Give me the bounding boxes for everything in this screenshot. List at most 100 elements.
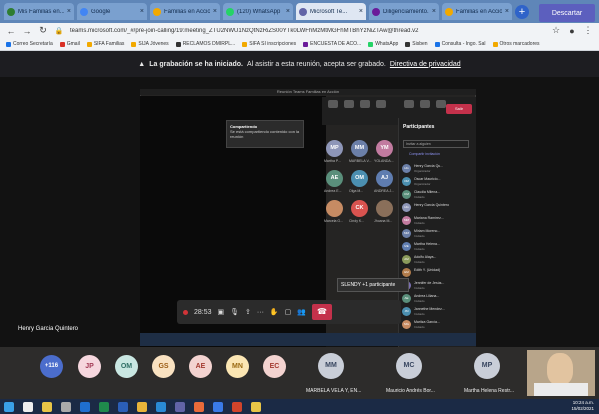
participant-avatar[interactable]: MM <box>351 140 368 157</box>
participant-row[interactable]: MM Miriam Moreno... Invitado <box>402 227 472 240</box>
strip-avatar[interactable]: MN <box>226 355 249 378</box>
browser-tab[interactable]: Familias en Acción × <box>150 3 220 20</box>
close-tab-icon[interactable]: × <box>359 8 363 15</box>
raise-hand-icon[interactable] <box>360 100 370 108</box>
participant-row[interactable]: ME Martha Helena... Invitado <box>402 240 472 253</box>
mic-icon[interactable] <box>420 100 430 108</box>
participants-icon[interactable] <box>328 100 338 108</box>
participant-row[interactable]: EM Edith Y. (Unidad) <box>402 266 472 279</box>
strip-avatar[interactable]: EC <box>263 355 286 378</box>
bookmark-item[interactable]: Gmail <box>59 41 80 47</box>
dismiss-button[interactable]: Descartar <box>539 4 595 22</box>
strip-avatar[interactable]: OM <box>115 355 138 378</box>
bookmark-item[interactable]: Otros marcadores <box>492 41 540 47</box>
share-tray-icon[interactable]: ⇪ <box>245 308 251 316</box>
bookmark-item[interactable]: WhatsApp <box>368 41 398 47</box>
browser-tab[interactable]: (120) WhatsApp × <box>223 3 293 20</box>
browser-tab[interactable]: Mis Familias en... × <box>4 3 74 20</box>
privacy-link[interactable]: Directiva de privacidad <box>390 61 461 68</box>
close-tab-icon[interactable]: × <box>67 8 71 15</box>
task-view-icon[interactable] <box>61 401 71 412</box>
bookmark-item[interactable]: SIFA SI inscripciones <box>242 41 296 47</box>
browser-tab[interactable]: Diligenciamiento... × <box>369 3 439 20</box>
browser-tab[interactable]: Google × <box>77 3 147 20</box>
browser-tab[interactable]: Microsoft Te... × <box>296 3 366 20</box>
strip-avatar[interactable]: MM <box>318 353 344 379</box>
url-field[interactable]: teams.microsoft.com/_#/pre-join-calling/… <box>70 28 545 34</box>
teams-icon[interactable] <box>175 401 185 412</box>
word-icon[interactable] <box>118 401 128 412</box>
reactions-icon[interactable] <box>376 100 386 108</box>
close-tab-icon[interactable]: × <box>140 8 144 15</box>
menu-dots-icon[interactable]: ⋮ <box>583 25 593 36</box>
store-icon[interactable] <box>213 401 223 412</box>
new-tab-button[interactable]: + <box>515 4 529 19</box>
close-tab-icon[interactable]: × <box>432 8 436 15</box>
mic-toggle-icon[interactable]: 🎙 <box>230 308 239 316</box>
participant-avatar[interactable] <box>326 200 343 217</box>
participant-avatar[interactable]: OM <box>351 170 368 187</box>
chat-button-icon[interactable]: ▢ <box>285 308 292 316</box>
participant-avatar[interactable] <box>376 200 393 217</box>
bookmark-item[interactable]: Consulta - Ingo. Sal <box>434 41 486 47</box>
bookmark-item[interactable]: ENCUESTA DE ACO... <box>303 41 361 47</box>
participant-row[interactable]: MG Maritza García... Invitado <box>402 318 472 331</box>
share-invite-link[interactable]: Compartir invitación <box>409 152 440 156</box>
participant-row[interactable]: HG Henry Garcia Qu... Organizador <box>402 162 472 175</box>
leave-button[interactable]: Salir <box>446 104 472 114</box>
strip-avatar[interactable]: AE <box>189 355 212 378</box>
hang-up-button[interactable]: ☎ <box>311 304 332 320</box>
close-tab-icon[interactable]: × <box>286 8 290 15</box>
outlook-icon[interactable] <box>80 401 90 412</box>
participant-row[interactable]: AM Adolfo Alaya... Invitado <box>402 253 472 266</box>
forward-arrow-icon[interactable]: → <box>22 26 32 36</box>
strip-avatar[interactable]: GS <box>152 355 175 378</box>
participant-row[interactable]: CM Claudia Milena... Invitado <box>402 188 472 201</box>
camera-icon[interactable] <box>404 100 414 108</box>
strip-avatar[interactable]: MP <box>474 353 500 379</box>
invite-input[interactable]: Invitar a alguien <box>403 140 469 148</box>
camera-toggle-icon[interactable]: ▣ <box>218 308 225 316</box>
overflow-count[interactable]: +116 <box>40 355 63 378</box>
powerpoint-icon[interactable] <box>232 401 242 412</box>
participant-row[interactable]: MM Mariana Ramírez... Invitado <box>402 214 472 227</box>
participant-row[interactable]: OM Oscar Mauricio... Organizador <box>402 175 472 188</box>
bookmark-item[interactable]: SIJA Jóvenes <box>131 41 169 47</box>
bookmark-item[interactable]: SIFA Familias <box>86 41 124 47</box>
people-button-icon[interactable]: 👥 <box>297 308 306 316</box>
close-tab-icon[interactable]: × <box>505 8 509 15</box>
bookmark-item[interactable]: Sisben <box>405 41 428 47</box>
file-explorer-icon[interactable] <box>137 401 147 412</box>
paint-icon[interactable] <box>194 401 204 412</box>
windows-start-icon[interactable] <box>4 401 14 412</box>
search-icon[interactable] <box>23 401 33 412</box>
close-tab-icon[interactable]: × <box>213 8 217 15</box>
chrome-icon[interactable] <box>42 401 52 412</box>
folder-icon[interactable] <box>251 401 261 412</box>
participant-row[interactable]: JAJennifer de Jesús...Invitado <box>402 279 472 292</box>
back-arrow-icon[interactable]: ← <box>6 26 16 36</box>
bookmark-item[interactable]: RECLAMOS DMIRPL... <box>175 41 235 47</box>
participant-row[interactable]: JM Jannethe Mendez... Invitado <box>402 305 472 318</box>
tab-title: Google <box>91 8 111 15</box>
strip-avatar[interactable]: JP <box>78 355 101 378</box>
bookmark-star-icon[interactable]: ☆ <box>551 25 561 36</box>
strip-avatar[interactable]: MC <box>396 353 422 379</box>
participant-avatar[interactable]: AJ <box>376 170 393 187</box>
participant-avatar[interactable]: YM <box>376 140 393 157</box>
profile-icon[interactable]: ● <box>567 26 577 36</box>
excel-icon[interactable] <box>99 401 109 412</box>
participant-avatar[interactable]: MP <box>326 140 343 157</box>
edge-icon[interactable] <box>156 401 166 412</box>
reload-icon[interactable]: ↻ <box>38 25 48 36</box>
raise-hand-button-icon[interactable]: ✋ <box>270 308 279 316</box>
participant-row[interactable]: HG Henry Garcia Quintero <box>402 201 472 214</box>
more-options-icon[interactable]: ··· <box>257 309 264 316</box>
participant-row[interactable]: AE Andrea Liliana... Invitado <box>402 292 472 305</box>
participant-avatar[interactable]: AE <box>326 170 343 187</box>
participant-avatar[interactable]: CK <box>351 200 368 217</box>
share-icon[interactable] <box>436 100 446 108</box>
browser-tab[interactable]: Familias en Acción × <box>442 3 512 20</box>
chat-icon[interactable] <box>344 100 354 108</box>
bookmark-item[interactable]: Correo Secretaría <box>6 41 53 47</box>
